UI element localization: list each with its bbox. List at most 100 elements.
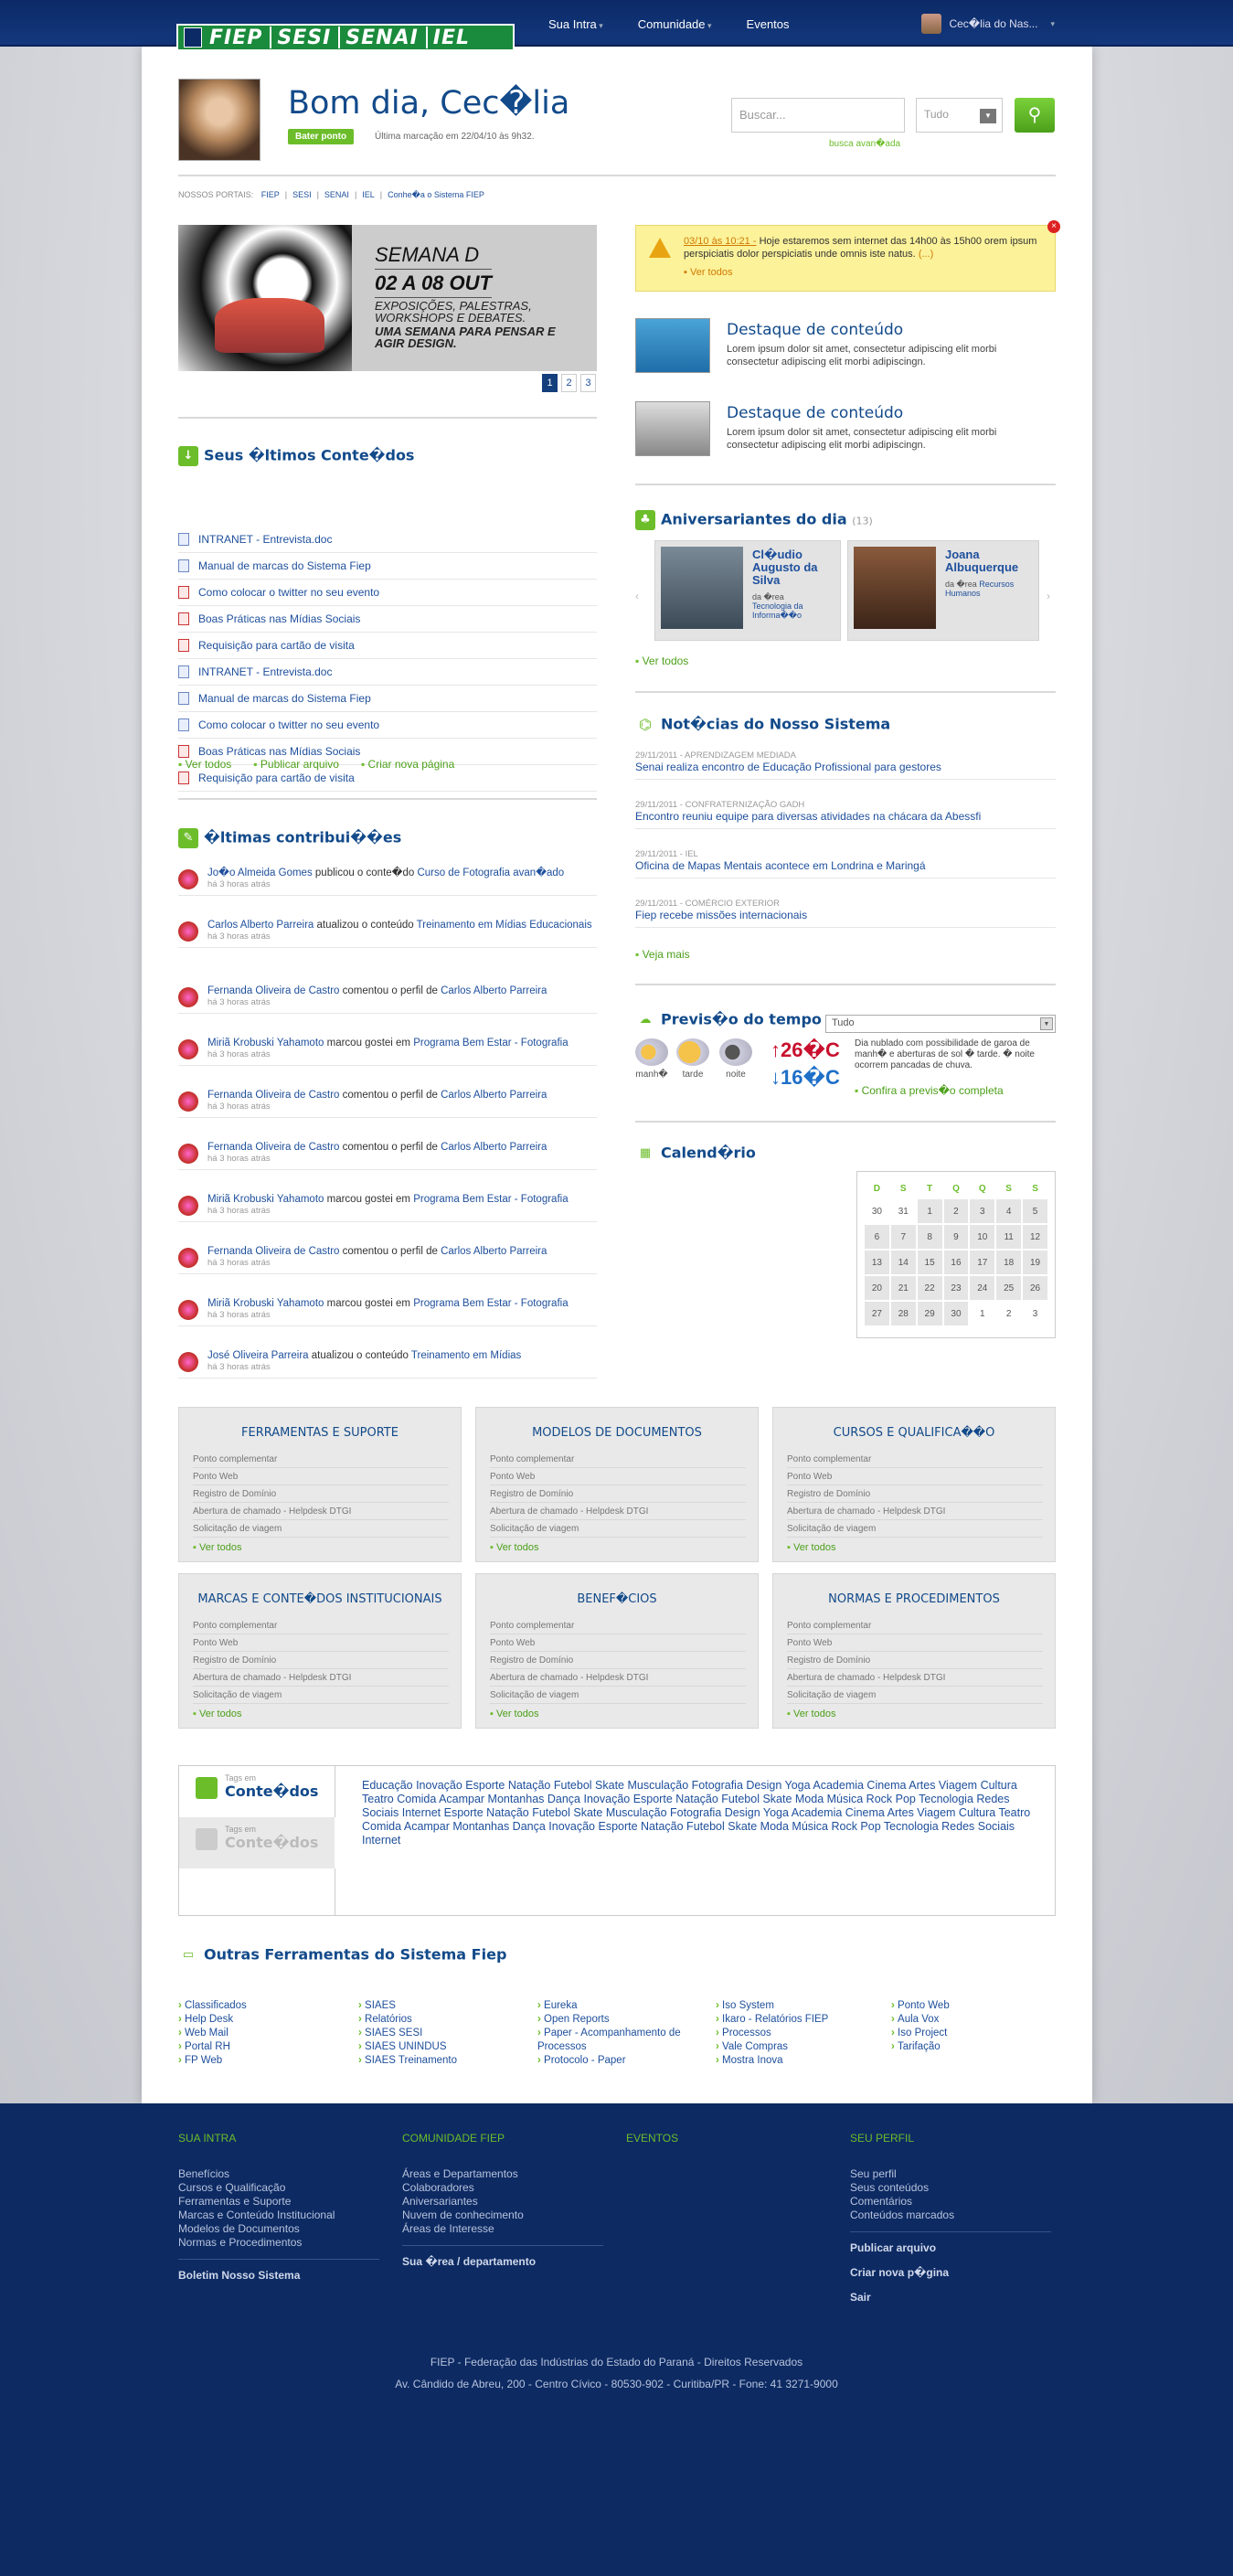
- avatar[interactable]: [178, 987, 198, 1007]
- tab-tags-contents[interactable]: Tags em Conte�dos: [179, 1766, 335, 1817]
- file-name[interactable]: Como colocar o twitter no seu evento: [198, 719, 379, 731]
- footer-column-title[interactable]: SEU PERFIL: [850, 2132, 1051, 2145]
- tool-link[interactable]: Open Reports: [537, 2013, 707, 2027]
- contribution-actor-link[interactable]: Fernanda Oliveira de Castro: [207, 1246, 339, 1257]
- calendar-day[interactable]: 16: [943, 1251, 969, 1274]
- footer-link[interactable]: Seus conteúdos: [850, 2181, 1051, 2195]
- category-link[interactable]: Ponto complementar: [787, 1451, 1043, 1468]
- calendar-day[interactable]: 4: [996, 1199, 1022, 1223]
- tool-link[interactable]: SIAES: [358, 1999, 527, 2013]
- contribution-actor-link[interactable]: Fernanda Oliveira de Castro: [207, 985, 339, 996]
- category-title[interactable]: CURSOS E QUALIFICA��O: [773, 1426, 1055, 1440]
- highlight-title[interactable]: Destaque de conteúdo: [727, 321, 903, 339]
- calendar-day[interactable]: 2: [943, 1199, 969, 1223]
- file-name[interactable]: Requisição para cartão de visita: [198, 772, 355, 784]
- footer-link[interactable]: Conteúdos marcados: [850, 2209, 1051, 2222]
- category-title[interactable]: MARCAS E CONTE�DOS INSTITUCIONAIS: [179, 1592, 461, 1606]
- tool-link[interactable]: Processos: [716, 2027, 885, 2040]
- tool-link[interactable]: Tarifação: [891, 2040, 1060, 2054]
- footer-column-title[interactable]: SUA INTRA: [178, 2132, 379, 2145]
- footer-link[interactable]: Aniversariantes: [402, 2195, 603, 2209]
- calendar-day[interactable]: 19: [1023, 1251, 1047, 1274]
- advanced-search-link[interactable]: busca avan�ada: [829, 139, 900, 149]
- alert-more-link[interactable]: (...): [919, 249, 934, 260]
- calendar-day[interactable]: 30: [943, 1302, 969, 1325]
- file-name[interactable]: Manual de marcas do Sistema Fiep: [198, 559, 371, 572]
- category-see-all-link[interactable]: Ver todos: [787, 1708, 835, 1719]
- category-link[interactable]: Ponto Web: [490, 1634, 746, 1652]
- create-page-link[interactable]: Criar nova página: [361, 758, 455, 771]
- category-see-all-link[interactable]: Ver todos: [193, 1708, 241, 1719]
- calendar-day[interactable]: 12: [1023, 1225, 1047, 1249]
- category-link[interactable]: Ponto complementar: [490, 1451, 746, 1468]
- see-all-contents-link[interactable]: Ver todos: [178, 758, 232, 771]
- close-icon[interactable]: ×: [1047, 220, 1060, 233]
- tool-link[interactable]: Aula Vox: [891, 2013, 1060, 2027]
- publish-file-link[interactable]: Publicar arquivo: [253, 758, 339, 771]
- footer-link[interactable]: Cursos e Qualificação: [178, 2181, 379, 2195]
- portal-link-senai[interactable]: SENAI: [324, 190, 349, 199]
- birthdays-see-all-link[interactable]: Ver todos: [635, 655, 689, 667]
- news-headline[interactable]: Oficina de Mapas Mentais acontece em Lon…: [635, 859, 1056, 872]
- contribution-actor-link[interactable]: Fernanda Oliveira de Castro: [207, 1142, 339, 1153]
- portal-link-iel[interactable]: IEL: [362, 190, 375, 199]
- news-headline[interactable]: Senai realiza encontro de Educação Profi…: [635, 761, 1056, 773]
- tool-link[interactable]: Web Mail: [178, 2027, 347, 2040]
- avatar[interactable]: [178, 1300, 198, 1320]
- category-title[interactable]: NORMAS E PROCEDIMENTOS: [773, 1592, 1055, 1606]
- category-link[interactable]: Solicitação de viagem: [787, 1520, 1043, 1538]
- category-link[interactable]: Solicitação de viagem: [490, 1687, 746, 1704]
- avatar[interactable]: [178, 921, 198, 942]
- contribution-target-link[interactable]: Carlos Alberto Parreira: [441, 1142, 547, 1153]
- calendar-day[interactable]: 28: [890, 1302, 916, 1325]
- category-link[interactable]: Registro de Domínio: [787, 1652, 1043, 1669]
- category-link[interactable]: Solicitação de viagem: [787, 1687, 1043, 1704]
- calendar-day[interactable]: 5: [1023, 1199, 1047, 1223]
- contribution-actor-link[interactable]: Miriã Krobuski Yahamoto: [207, 1038, 324, 1048]
- category-link[interactable]: Ponto complementar: [193, 1451, 449, 1468]
- profile-photo[interactable]: [178, 79, 260, 161]
- category-link[interactable]: Abertura de chamado - Helpdesk DTGI: [490, 1503, 746, 1520]
- news-more-link[interactable]: Veja mais: [635, 948, 690, 961]
- portal-link-sistema[interactable]: Conhe�a o Sistema FIEP: [388, 190, 484, 199]
- footer-link[interactable]: Ferramentas e Suporte: [178, 2195, 379, 2209]
- footer-link[interactable]: Seu perfil: [850, 2167, 1051, 2181]
- news-item[interactable]: 29/11/2011 - COMÉRCIO EXTERIOR Fiep receb…: [635, 899, 1056, 928]
- footer-link[interactable]: Comentários: [850, 2195, 1051, 2209]
- contribution-target-link[interactable]: Carlos Alberto Parreira: [441, 985, 547, 996]
- contribution-actor-link[interactable]: José Oliveira Parreira: [207, 1350, 309, 1361]
- footer-column-title[interactable]: EVENTOS: [626, 2132, 678, 2145]
- footer-bold-link[interactable]: Criar nova p�gina: [850, 2266, 1051, 2280]
- contribution-actor-link[interactable]: Miriã Krobuski Yahamoto: [207, 1194, 324, 1205]
- fiep-logo[interactable]: FIEP SESI SENAI IEL: [176, 24, 515, 51]
- avatar[interactable]: [178, 1039, 198, 1059]
- calendar-day[interactable]: 3: [970, 1199, 995, 1223]
- calendar-day[interactable]: 22: [917, 1276, 942, 1300]
- category-link[interactable]: Solicitação de viagem: [490, 1520, 746, 1538]
- news-headline[interactable]: Encontro reuniu equipe para diversas ati…: [635, 810, 1056, 823]
- avatar[interactable]: [178, 1352, 198, 1372]
- calendar-day[interactable]: 3: [1023, 1302, 1047, 1325]
- category-see-all-link[interactable]: Ver todos: [787, 1542, 835, 1553]
- footer-link[interactable]: Marcas e Conteúdo Institucional: [178, 2209, 379, 2222]
- carousel-prev-icon[interactable]: ‹: [635, 590, 639, 602]
- calendar-day[interactable]: 1: [970, 1302, 995, 1325]
- tool-link[interactable]: Relatórios: [358, 2013, 527, 2027]
- birthday-card[interactable]: Cl�udio Augusto da Silva da �rea Tecnolog…: [654, 540, 841, 641]
- contribution-target-link[interactable]: Treinamento em Mídias: [411, 1350, 521, 1361]
- file-name[interactable]: INTRANET - Entrevista.doc: [198, 665, 332, 678]
- search-button[interactable]: ⚲: [1015, 98, 1055, 133]
- category-link[interactable]: Ponto Web: [787, 1634, 1043, 1652]
- tool-link[interactable]: Iso System: [716, 1999, 885, 2013]
- weather-full-link[interactable]: Confira a previs�o completa: [855, 1084, 1004, 1097]
- tool-link[interactable]: Eureka: [537, 1999, 707, 2013]
- tool-link[interactable]: Iso Project: [891, 2027, 1060, 2040]
- category-see-all-link[interactable]: Ver todos: [490, 1542, 538, 1553]
- news-item[interactable]: 29/11/2011 - CONFRATERNIZAÇÃO GADH Encont…: [635, 800, 1056, 829]
- calendar-day[interactable]: 9: [943, 1225, 969, 1249]
- category-link[interactable]: Registro de Domínio: [193, 1485, 449, 1503]
- calendar-day[interactable]: 17: [970, 1251, 995, 1274]
- category-link[interactable]: Solicitação de viagem: [193, 1520, 449, 1538]
- news-headline[interactable]: Fiep recebe missões internacionais: [635, 909, 1056, 921]
- tool-link[interactable]: Protocolo - Paper: [537, 2054, 707, 2068]
